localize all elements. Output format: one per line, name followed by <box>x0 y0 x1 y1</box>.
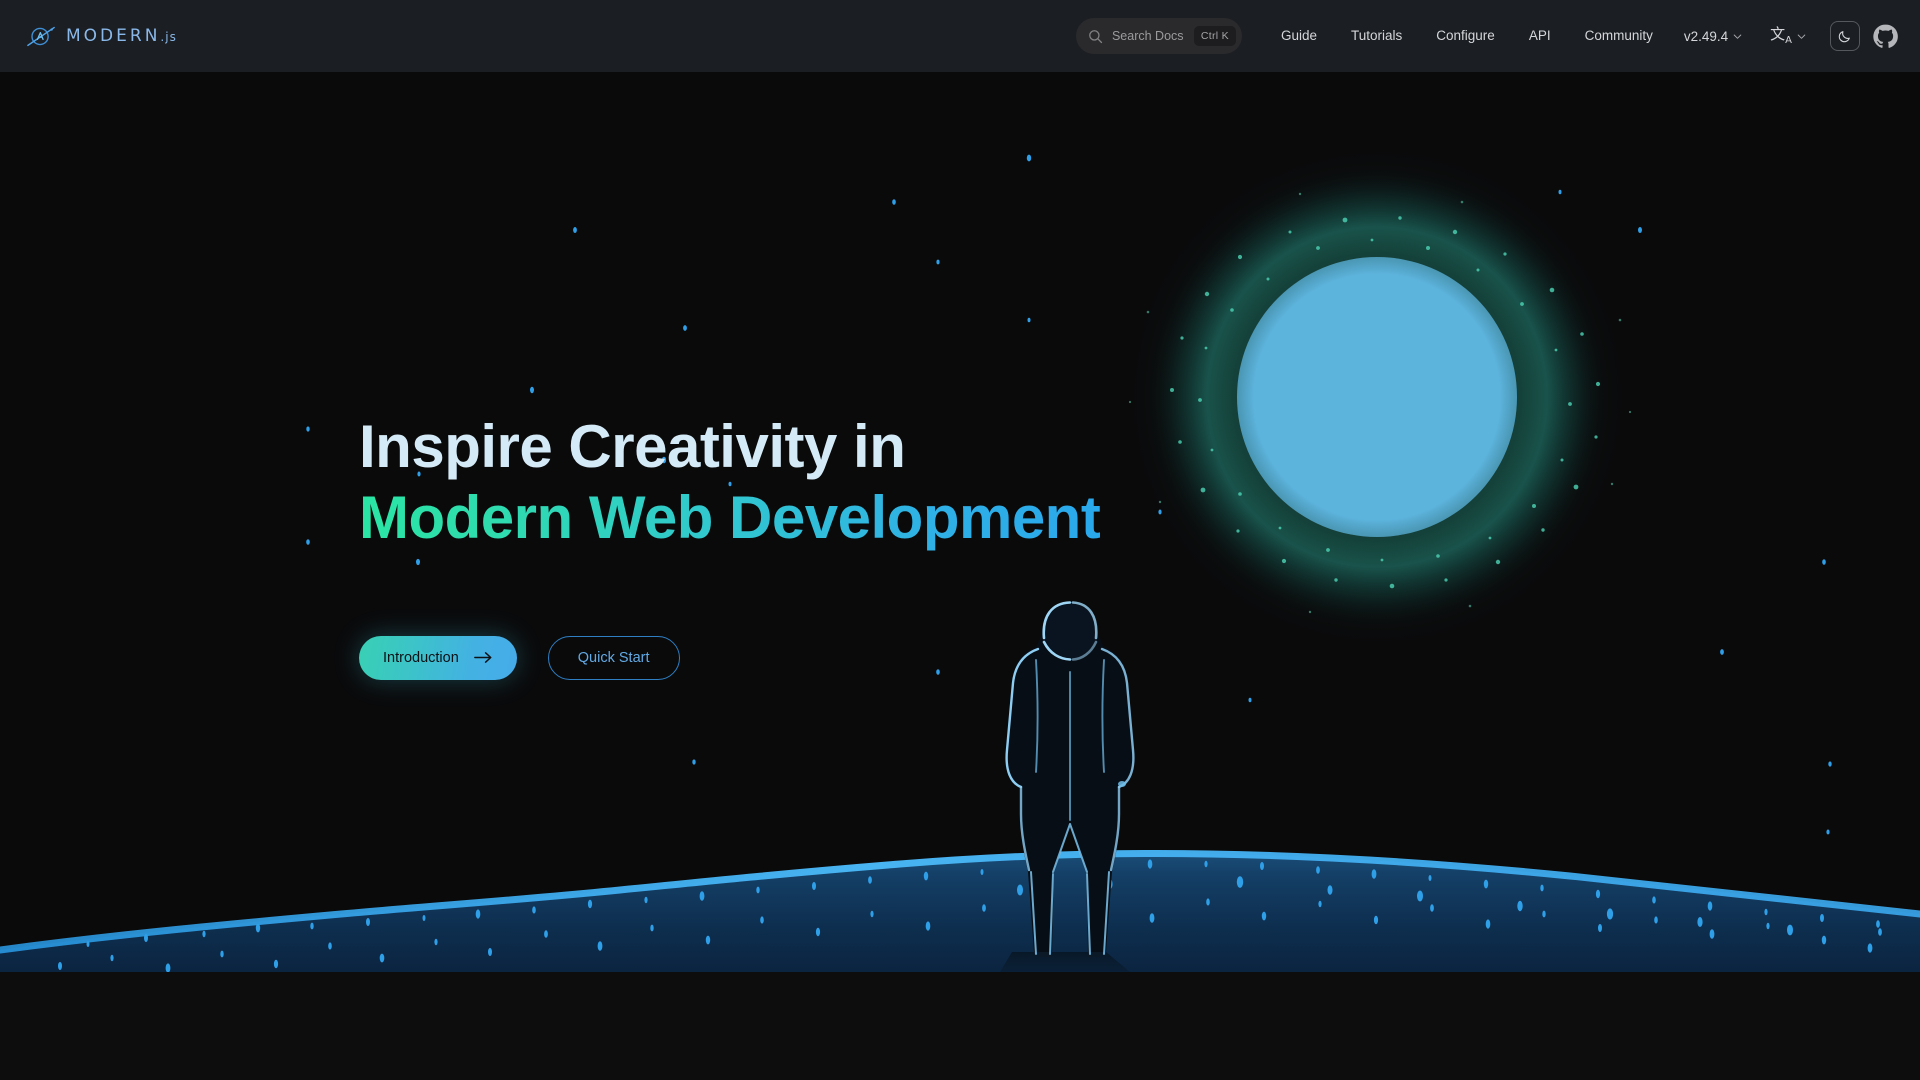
search-icon <box>1089 29 1103 43</box>
nav-link-api[interactable]: API <box>1512 0 1568 72</box>
brand-name: MODERN.js <box>66 26 177 46</box>
navbar-right-cluster: Search Docs Ctrl K Guide Tutorials Confi… <box>1075 0 1920 72</box>
search-input[interactable]: Search Docs Ctrl K <box>1075 18 1242 54</box>
translate-icon: 文A <box>1770 24 1792 46</box>
github-icon <box>1873 24 1898 48</box>
version-selector[interactable]: v2.49.4 <box>1670 29 1756 44</box>
introduction-button[interactable]: Introduction <box>359 635 517 680</box>
nav-link-configure[interactable]: Configure <box>1419 0 1512 72</box>
arrow-right-icon <box>473 652 492 663</box>
quick-start-button-label: Quick Start <box>577 649 650 666</box>
nav-link-guide[interactable]: Guide <box>1264 0 1334 72</box>
moon-icon <box>1838 31 1850 43</box>
chevron-down-icon <box>1733 34 1742 39</box>
search-placeholder: Search Docs <box>1111 29 1184 43</box>
brand-logo-link[interactable]: MODERN.js <box>26 0 177 72</box>
quick-start-button[interactable]: Quick Start <box>547 635 680 680</box>
version-label: v2.49.4 <box>1683 28 1729 44</box>
hero-cta-row: Introduction Quick Start <box>359 635 1100 680</box>
nav-link-tutorials[interactable]: Tutorials <box>1334 0 1419 72</box>
introduction-button-label: Introduction <box>383 649 459 666</box>
hero-section: Inspire Creativity in Modern Web Develop… <box>0 72 1920 972</box>
nav-link-community[interactable]: Community <box>1568 0 1670 72</box>
top-navigation-bar: MODERN.js Search Docs Ctrl K Guide Tutor… <box>0 0 1920 72</box>
moon-disc <box>1237 257 1517 537</box>
hero-headline-line-2: Modern Web Development <box>359 483 1101 554</box>
search-shortcut-badge: Ctrl K <box>1193 26 1236 46</box>
github-link[interactable] <box>1873 24 1898 49</box>
theme-toggle-button[interactable] <box>1830 21 1860 51</box>
hero-headline-line-1: Inspire Creativity in <box>359 413 906 480</box>
hero-copy-block: Inspire Creativity in Modern Web Develop… <box>359 412 1101 680</box>
language-selector[interactable]: 文A <box>1756 24 1820 46</box>
chevron-down-icon <box>1797 34 1806 39</box>
planet-orbit-icon <box>27 26 55 47</box>
